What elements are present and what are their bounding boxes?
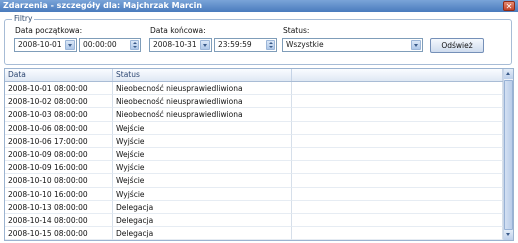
row-status: Nieobecność nieusprawiedliwiona [113, 108, 292, 122]
start-time-field[interactable]: 00:00:00 [79, 38, 141, 52]
row-date: 2008-10-15 08:00:00 [5, 227, 113, 240]
grid-rows: 2008-10-01 08:00:00 Nieobecność nieuspraw… [5, 82, 503, 240]
table-row[interactable]: 2008-10-01 08:00:00 Nieobecność nieuspraw… [5, 82, 503, 96]
row-date: 2008-10-09 16:00:00 [5, 161, 113, 175]
start-date-value: 2008-10-01 [18, 40, 62, 49]
table-row[interactable]: 2008-10-10 16:00:00 Wyjście [5, 187, 503, 201]
row-status: Delegacja [113, 200, 292, 214]
start-date-picker[interactable]: 2008-10-01 [14, 38, 77, 52]
row-status: Wyjście [113, 161, 292, 175]
refresh-button[interactable]: Odśwież [430, 38, 484, 53]
row-filler [292, 108, 503, 122]
row-date: 2008-10-09 08:00:00 [5, 147, 113, 162]
end-date-picker[interactable]: 2008-10-31 [149, 38, 212, 52]
row-status: Wyjście [113, 187, 292, 201]
row-date: 2008-10-06 08:00:00 [5, 121, 113, 135]
title-bar[interactable]: Zdarzenia - szczegóły dla: Majchrzak Mar… [0, 0, 518, 12]
table-row[interactable]: 2008-10-10 08:00:00 Wejście [5, 174, 503, 188]
row-date: 2008-10-02 08:00:00 [5, 95, 113, 109]
row-date: 2008-10-13 08:00:00 [5, 200, 113, 214]
row-status: Nieobecność nieusprawiedliwiona [113, 82, 292, 96]
row-filler [292, 161, 503, 175]
start-time-value: 00:00:00 [83, 40, 117, 49]
filter-panel: Filtry Data początkowa: 2008-10-01 00:00… [0, 12, 518, 67]
row-status: Wejście [113, 121, 292, 135]
row-date: 2008-10-10 08:00:00 [5, 174, 113, 188]
row-date: 2008-10-10 16:00:00 [5, 187, 113, 201]
end-time-field[interactable]: 23:59:59 [214, 38, 277, 52]
row-date: 2008-10-06 17:00:00 [5, 134, 113, 148]
row-filler [292, 227, 503, 240]
chevron-down-icon[interactable] [200, 40, 210, 50]
end-date-label: Data końcowa: [150, 26, 206, 35]
row-status: Delegacja [113, 213, 292, 228]
grid-header: Data Status [5, 69, 503, 82]
column-header-status[interactable]: Status [113, 69, 292, 81]
events-grid: Data Status 2008-10-01 08:00:00 Nieobecno… [4, 68, 514, 241]
end-date-value: 2008-10-31 [153, 40, 197, 49]
table-row[interactable]: 2008-10-06 08:00:00 Wejście [5, 121, 503, 135]
row-filler [292, 82, 503, 96]
row-date: 2008-10-03 08:00:00 [5, 108, 113, 122]
row-status: Wejście [113, 147, 292, 162]
row-filler [292, 174, 503, 188]
row-date: 2008-10-14 08:00:00 [5, 213, 113, 228]
window-title: Zdarzenia - szczegóły dla: Majchrzak Mar… [3, 1, 203, 10]
table-row[interactable]: 2008-10-15 08:00:00 Delegacja [5, 227, 503, 240]
row-filler [292, 213, 503, 228]
chevron-down-icon[interactable] [411, 40, 421, 50]
table-row[interactable]: 2008-10-09 08:00:00 Wejście [5, 147, 503, 162]
row-filler [292, 134, 503, 148]
spinner-icon[interactable] [266, 40, 275, 50]
scroll-down-icon[interactable] [504, 230, 513, 240]
table-row[interactable]: 2008-10-03 08:00:00 Nieobecność nieuspraw… [5, 108, 503, 122]
row-filler [292, 187, 503, 201]
row-filler [292, 147, 503, 162]
status-select-value: Wszystkie [286, 40, 324, 49]
table-row[interactable]: 2008-10-09 16:00:00 Wyjście [5, 161, 503, 175]
row-date: 2008-10-01 08:00:00 [5, 82, 113, 96]
table-row[interactable]: 2008-10-06 17:00:00 Wyjście [5, 134, 503, 148]
close-icon: ✕ [505, 2, 513, 11]
filters-group-label: Filtry [12, 14, 35, 24]
table-row[interactable]: 2008-10-14 08:00:00 Delegacja [5, 213, 503, 228]
row-filler [292, 200, 503, 214]
row-filler [292, 121, 503, 135]
scroll-thumb[interactable] [504, 80, 513, 230]
column-header-date[interactable]: Data [5, 69, 113, 81]
table-row[interactable]: 2008-10-02 08:00:00 Nieobecność nieuspraw… [5, 95, 503, 109]
row-filler [292, 95, 503, 109]
scroll-up-icon[interactable] [504, 69, 513, 79]
details-window: Zdarzenia - szczegóły dla: Majchrzak Mar… [0, 0, 518, 243]
end-time-value: 23:59:59 [218, 40, 252, 49]
column-header-filler [292, 69, 503, 81]
status-select[interactable]: Wszystkie [282, 38, 423, 52]
row-status: Wyjście [113, 134, 292, 148]
row-status: Wejście [113, 174, 292, 188]
table-row[interactable]: 2008-10-13 08:00:00 Delegacja [5, 200, 503, 214]
chevron-down-icon[interactable] [65, 40, 75, 50]
spinner-icon[interactable] [130, 40, 139, 50]
start-date-label: Data początkowa: [15, 26, 83, 35]
row-status: Nieobecność nieusprawiedliwiona [113, 95, 292, 109]
status-label: Status: [283, 26, 310, 35]
vertical-scrollbar[interactable] [503, 69, 513, 240]
close-button[interactable]: ✕ [503, 1, 515, 11]
row-status: Delegacja [113, 227, 292, 240]
